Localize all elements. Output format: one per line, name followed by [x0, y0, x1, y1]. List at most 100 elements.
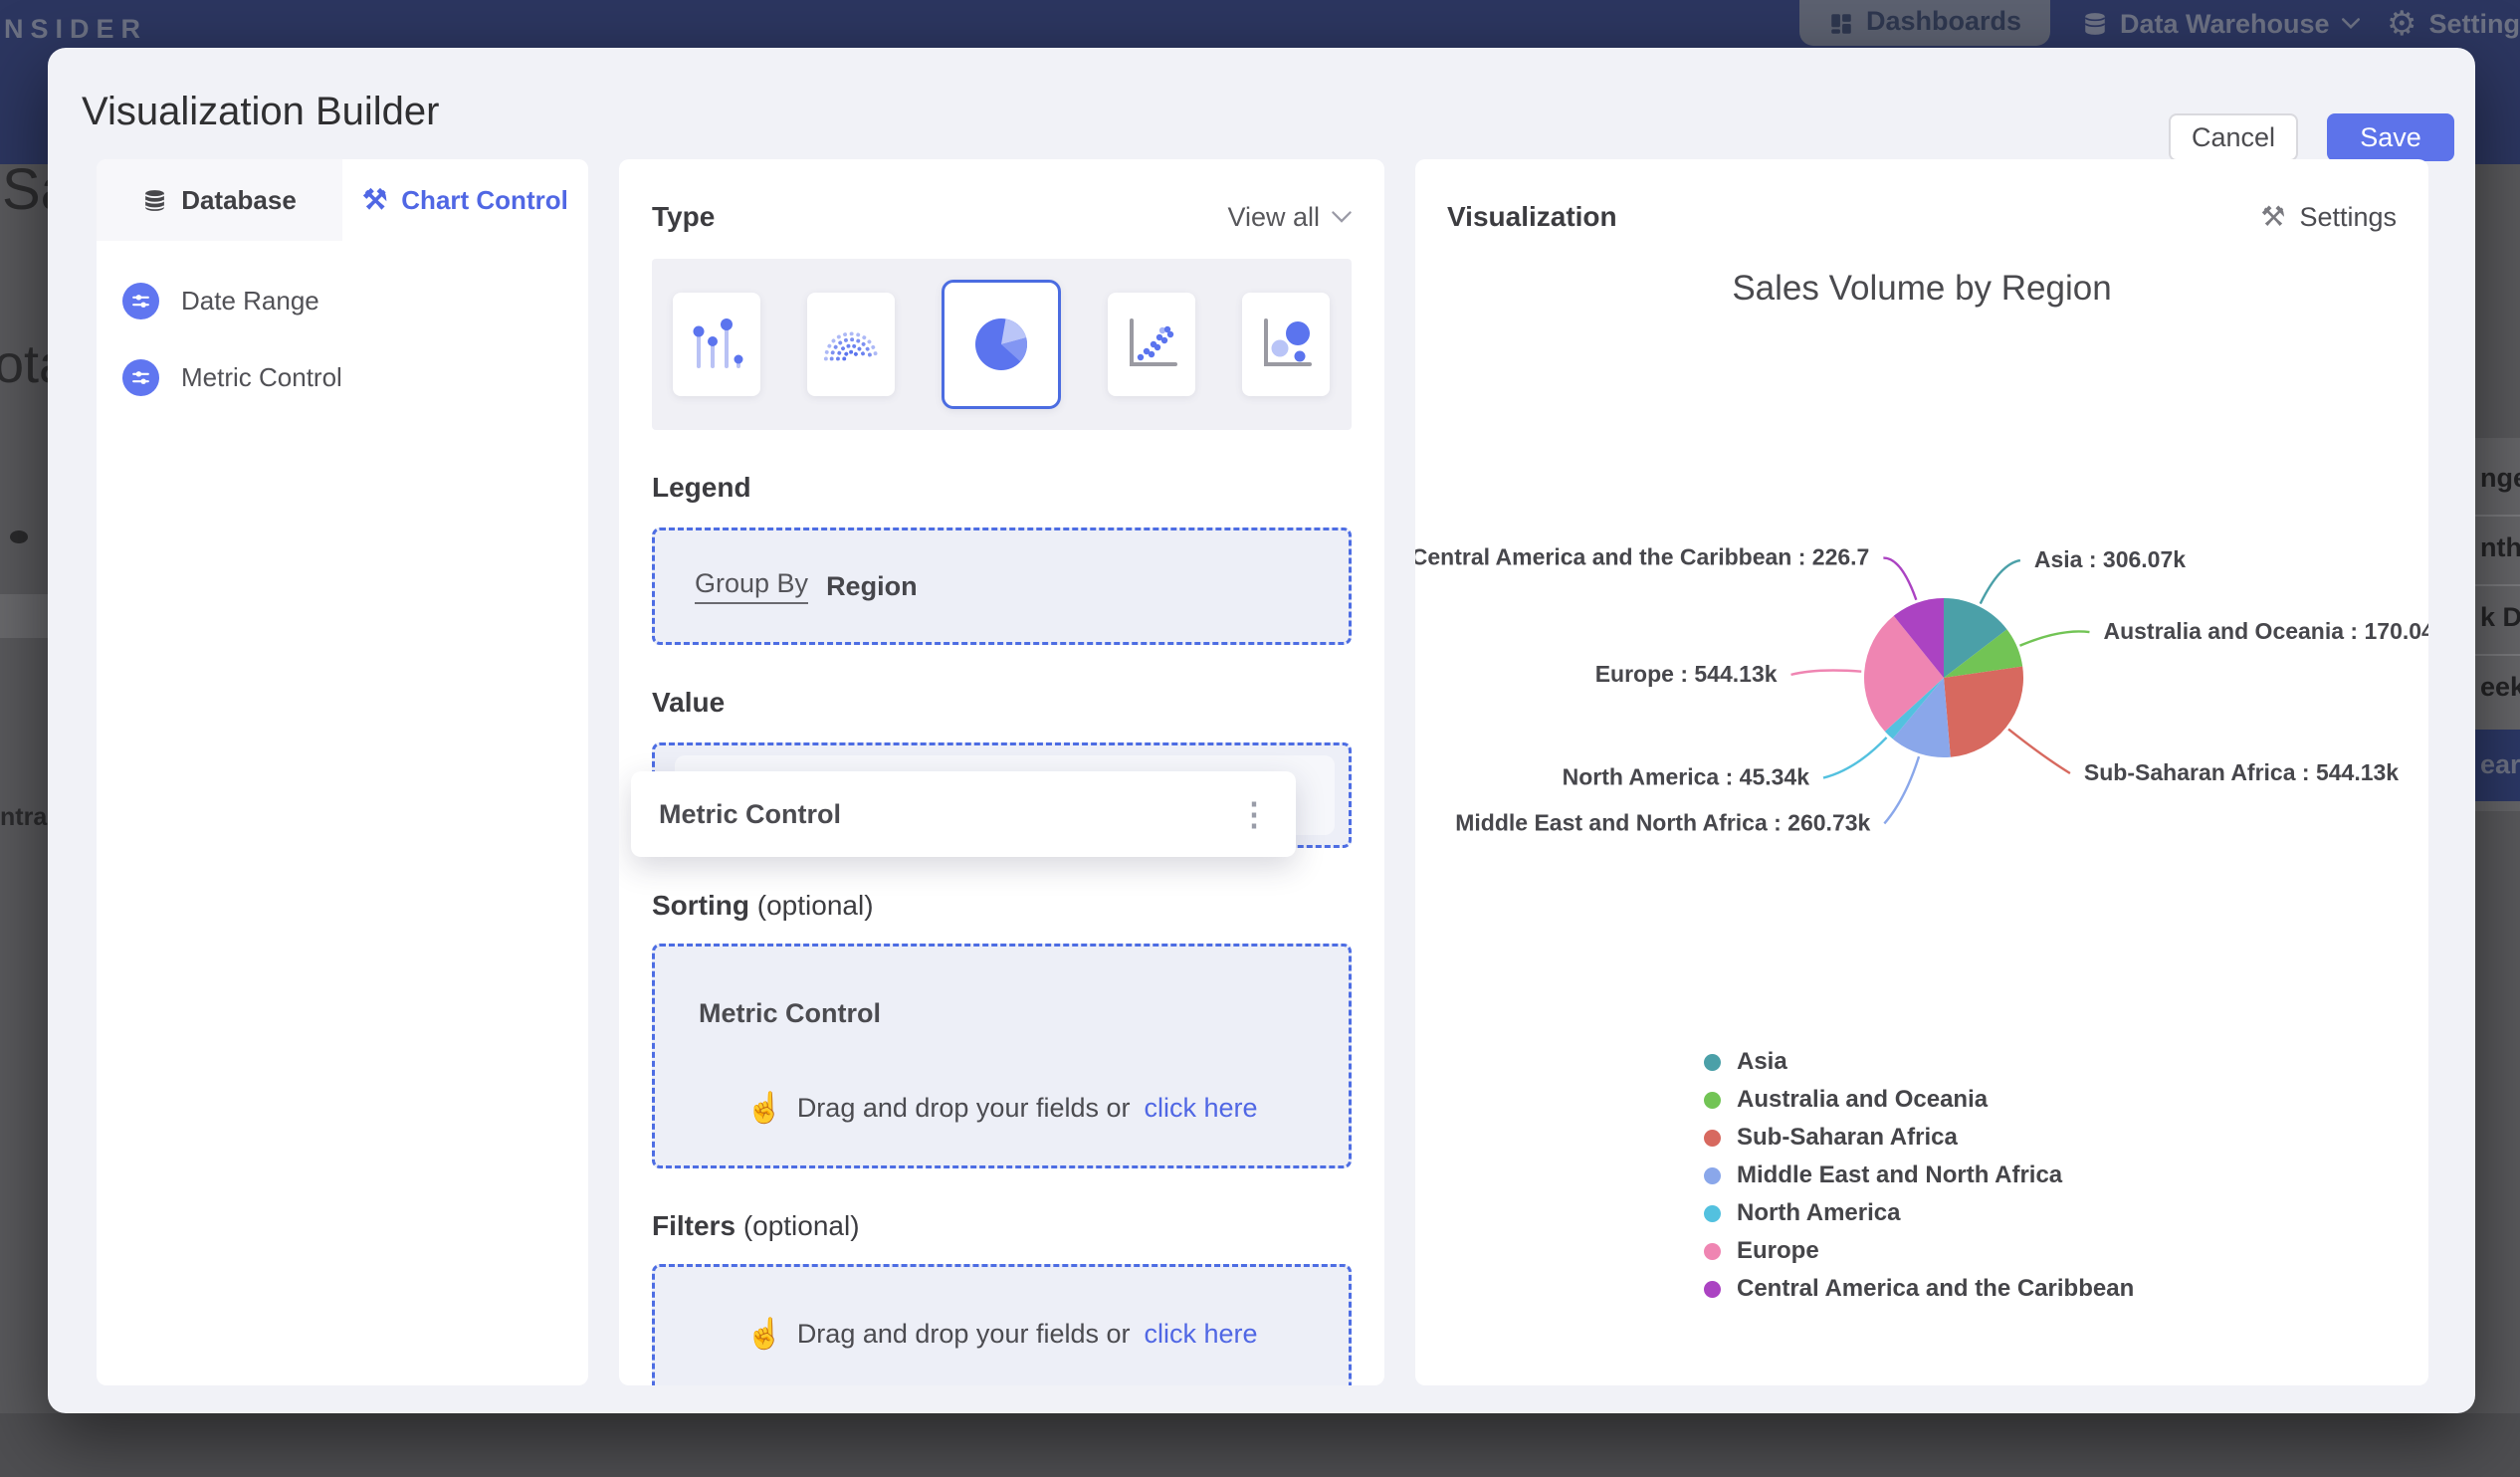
legend-item[interactable]: Asia: [1704, 1043, 2134, 1081]
pie-chart-icon: [975, 318, 1027, 370]
value-drop-zone[interactable]: Metric Control ⋮ Metric Control ⋮: [631, 742, 1352, 857]
chart-type-bubble[interactable]: [1242, 293, 1330, 396]
menu-item-fragment[interactable]: eek: [2480, 672, 2520, 703]
legend-dot: [1704, 1242, 1721, 1260]
pie-label: Sub-Saharan Africa : 544.13k: [2084, 759, 2399, 785]
chart-type-pie-selected[interactable]: [942, 280, 1061, 409]
pie-callout-line: [2019, 630, 2090, 647]
menu-divider: [2475, 654, 2520, 656]
legend-item[interactable]: Sub-Saharan Africa: [1704, 1119, 2134, 1157]
nav-dashboards-label: Dashboards: [1865, 6, 2022, 36]
save-button[interactable]: Save: [2327, 113, 2454, 161]
pie-callout-line: [1979, 558, 2021, 605]
tab-chart-control[interactable]: ⚒ Chart Control: [342, 159, 588, 241]
menu-item-fragment: ear: [2480, 749, 2520, 779]
background-title-fragment: Sal: [2, 164, 48, 222]
screen: NSIDER Dashboards Data Warehouse ⚙ Setti…: [0, 0, 2520, 1477]
visualization-heading: Visualization: [1447, 201, 1617, 232]
nav-dashboards[interactable]: Dashboards: [1799, 0, 2050, 46]
filters-drop-zone[interactable]: ☝ Drag and drop your fields or click her…: [652, 1264, 1352, 1385]
legend-label: North America: [1737, 1199, 1901, 1226]
panel-tabs: Database ⚒ Chart Control: [97, 159, 588, 241]
legend-item[interactable]: Australia and Oceania: [1704, 1081, 2134, 1119]
kebab-menu-icon[interactable]: ⋮: [1238, 795, 1270, 833]
tab-database[interactable]: Database: [97, 159, 342, 241]
background-dropdown-edge: nge nth k D eek ear: [2475, 164, 2520, 1413]
sorting-drop-zone[interactable]: Metric Control ☝ Drag and drop your fiel…: [652, 944, 1352, 1168]
pie-label: Central America and the Caribbean : 226.…: [1415, 544, 1869, 570]
menu-item-fragment[interactable]: nth: [2480, 532, 2520, 563]
field-card-label: Metric Control: [659, 798, 842, 829]
pie-label: Europe : 544.13k: [1595, 661, 1778, 687]
list-item-date-range[interactable]: Date Range: [122, 283, 588, 319]
type-heading: Type: [652, 201, 716, 232]
menu-item-fragment[interactable]: k D: [2480, 602, 2520, 633]
click-here-link[interactable]: click here: [1145, 1319, 1258, 1350]
pie-callout-line: [2007, 728, 2071, 775]
gear-icon: ⚙: [2387, 5, 2417, 43]
pie-callout-line: [1883, 556, 1918, 601]
viz-settings-button[interactable]: ⚒ Settings: [2260, 202, 2397, 233]
pie-callout-line: [1883, 755, 1921, 825]
click-here-link[interactable]: click here: [1145, 1093, 1258, 1124]
group-by-value: Region: [826, 570, 918, 601]
menu-item-selected[interactable]: ear: [2475, 730, 2520, 801]
chart-config-panel: Type View all Legend Group By Region Val…: [619, 159, 1384, 1385]
app-logo: NSIDER: [4, 14, 148, 44]
tab-database-label: Database: [181, 184, 297, 215]
drop-hint-text: Drag and drop your fields or: [796, 1319, 1131, 1349]
sliders-icon: [122, 359, 159, 396]
background-title-fragment: ota: [0, 334, 48, 394]
background-label-fragment: ntral: [0, 803, 48, 831]
legend-dot: [1704, 1091, 1721, 1109]
pie-slice[interactable]: [1944, 666, 2023, 757]
scatter-chart-icon: [1130, 318, 1177, 366]
cancel-button[interactable]: Cancel: [2169, 113, 2298, 161]
list-item-metric-control[interactable]: Metric Control: [122, 359, 588, 396]
pie-label: Australia and Oceania : 170.04k: [2103, 618, 2428, 644]
legend-drop-zone[interactable]: Group By Region: [652, 528, 1352, 645]
nav-settings-label: Settings: [2428, 8, 2520, 39]
database-icon: [144, 189, 165, 211]
legend-label: Asia: [1737, 1048, 1787, 1075]
menu-item-fragment[interactable]: nge: [2480, 463, 2520, 494]
view-all-button[interactable]: View all: [1227, 202, 1352, 233]
chart-type-arc-dots[interactable]: [807, 293, 895, 396]
visualization-builder-modal: Visualization Builder Cancel Save Databa…: [48, 48, 2475, 1413]
tab-chart-control-label: Chart Control: [401, 184, 568, 215]
nav-settings[interactable]: ⚙ Settings: [2387, 2, 2520, 46]
modal-title: Visualization Builder: [82, 90, 440, 133]
legend-label: Europe: [1737, 1237, 1819, 1264]
nav-data-warehouse-label: Data Warehouse: [2120, 8, 2330, 39]
lollipop-chart-icon: [693, 318, 743, 368]
tap-hand-icon: ☝: [745, 1318, 783, 1351]
viz-settings-label: Settings: [2299, 201, 2397, 232]
legend-label: Australia and Oceania: [1737, 1086, 1989, 1113]
legend-dot: [1704, 1053, 1721, 1071]
legend-item[interactable]: Europe: [1704, 1232, 2134, 1270]
chart-type-lollipop[interactable]: [673, 293, 760, 396]
sorting-heading: Sorting (optional): [652, 890, 874, 921]
nav-data-warehouse[interactable]: Data Warehouse: [2082, 2, 2360, 46]
dashboard-grid-icon: [1831, 14, 1851, 34]
filters-heading: Filters (optional): [652, 1210, 860, 1241]
legend-item[interactable]: Central America and the Caribbean: [1704, 1270, 2134, 1308]
field-card-dragging[interactable]: Metric Control ⋮: [631, 771, 1296, 857]
chart-legend: Asia Australia and Oceania Sub-Saharan Afr…: [1704, 1043, 2134, 1308]
background-bullet: [10, 530, 28, 543]
pie-callout-line: [1822, 737, 1888, 779]
pie-label: Middle East and North Africa : 260.73k: [1455, 809, 1870, 835]
menu-divider: [2475, 515, 2520, 517]
sorting-field-label: Metric Control: [699, 998, 882, 1028]
legend-dot: [1704, 1129, 1721, 1147]
chart-title: Sales Volume by Region: [1732, 269, 2112, 308]
chart-type-scatter[interactable]: [1108, 293, 1195, 396]
database-icon: [2084, 13, 2106, 35]
pie-label: North America : 45.34k: [1563, 764, 1810, 790]
chevron-down-icon: [2341, 18, 2360, 30]
legend-item[interactable]: North America: [1704, 1194, 2134, 1232]
tools-icon: ⚒: [2260, 201, 2286, 232]
legend-item[interactable]: Middle East and North Africa: [1704, 1157, 2134, 1194]
legend-label: Sub-Saharan Africa: [1737, 1124, 1958, 1151]
group-by-link[interactable]: Group By: [695, 568, 809, 604]
